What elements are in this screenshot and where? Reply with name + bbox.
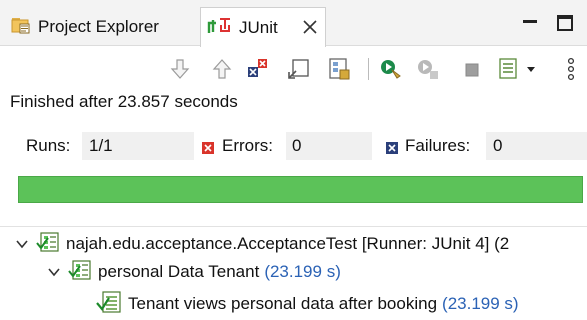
runs-value: 1/1 xyxy=(89,136,113,155)
run-status-text: Finished after 23.857 seconds xyxy=(10,92,238,111)
scroll-lock-icon[interactable] xyxy=(286,56,312,82)
panel-divider xyxy=(0,226,587,227)
show-failures-only-icon[interactable] xyxy=(244,56,270,82)
tab-junit[interactable]: JUnit xyxy=(200,7,326,47)
failure-icon xyxy=(386,139,398,159)
maximize-icon[interactable] xyxy=(556,14,574,37)
tree-row-suite[interactable]: personal Data Tenant (23.199 s) xyxy=(46,256,341,288)
tree-suite-label: personal Data Tenant xyxy=(98,262,260,281)
chevron-down-icon[interactable] xyxy=(14,236,30,252)
test-history-dropdown-icon[interactable] xyxy=(497,56,535,82)
runs-label: Runs: xyxy=(26,136,71,155)
error-icon xyxy=(202,139,214,159)
close-icon[interactable] xyxy=(301,18,319,36)
tab-project-explorer-label: Project Explorer xyxy=(38,17,159,36)
failures-value: 0 xyxy=(493,136,503,155)
test-suite-success-icon xyxy=(36,231,60,258)
test-counters: Runs: 1/1 Errors: 0 Failures: 0 xyxy=(0,132,587,162)
rerun-failed-first-icon[interactable] xyxy=(415,56,441,82)
tree-root-label: najah.edu.acceptance.AcceptanceTest [Run… xyxy=(66,234,510,253)
junit-toolbar xyxy=(0,50,587,88)
previous-failure-arrow-up-icon[interactable] xyxy=(209,56,235,82)
tab-project-explorer[interactable]: Project Explorer xyxy=(6,8,198,46)
view-tab-bar: Project Explorer JUnit xyxy=(0,0,587,47)
test-suite-success-icon xyxy=(68,259,92,286)
test-progress-bar xyxy=(18,176,583,203)
errors-value: 0 xyxy=(292,136,302,155)
tree-suite-time: (23.199 s) xyxy=(264,262,341,281)
rerun-test-icon[interactable] xyxy=(378,56,404,82)
next-failure-arrow-down-icon[interactable] xyxy=(167,56,193,82)
test-run-history-icon[interactable] xyxy=(326,56,352,82)
minimize-icon[interactable] xyxy=(522,14,538,35)
errors-label: Errors: xyxy=(222,136,273,155)
tree-test-time: (23.199 s) xyxy=(442,294,519,313)
stop-icon[interactable] xyxy=(460,56,486,82)
chevron-down-icon[interactable] xyxy=(46,264,62,280)
junit-icon xyxy=(207,15,233,40)
tree-row-test[interactable]: Tenant views personal data after booking… xyxy=(96,288,519,320)
folder-icon xyxy=(10,15,32,40)
view-menu-icon[interactable] xyxy=(564,56,587,82)
test-case-success-icon xyxy=(96,290,122,319)
tree-test-label: Tenant views personal data after booking xyxy=(128,294,438,313)
failures-label: Failures: xyxy=(405,136,471,155)
tab-junit-label: JUnit xyxy=(239,17,278,37)
